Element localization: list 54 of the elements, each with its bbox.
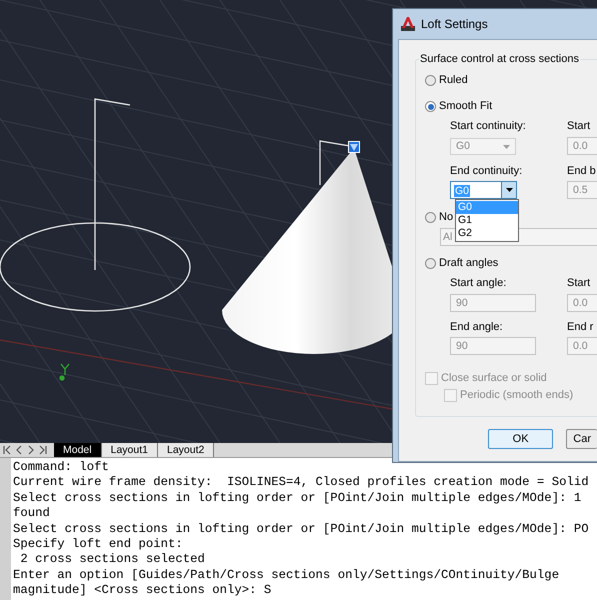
field-label: Start angle: [450,276,508,290]
ucs-y-axis-icon [59,363,70,381]
last-tab-icon[interactable] [38,445,48,455]
dialog-button[interactable]: Car [566,429,597,449]
checkbox-label: Periodic (smooth ends) [460,388,574,403]
dropdown-value: G0 [454,185,470,197]
command-line: Command: loft [13,460,110,476]
command-line: found [13,506,51,522]
input-field[interactable]: 90 [450,337,536,355]
command-line: Current wire frame density: ISOLINES=4, Closed profiles creation mode = Solid [13,475,590,491]
layout-tab[interactable]: Layout2 [158,443,214,457]
input-field[interactable]: 0.0 [567,294,597,312]
command-line: Specify loft end point: [13,537,184,552]
previous-tab-icon[interactable] [14,445,24,455]
input-field[interactable]: 0.5 [567,181,597,199]
field-label: End continuity: [450,164,524,178]
dropdown-option[interactable]: G1 [456,214,518,227]
radio-label: Ruled [439,73,468,88]
command-line: Select cross sections in lofting order or [POint/Join multiple edges/MOde]: 1 [13,490,582,506]
radio-label: Smooth Fit [439,99,492,114]
next-tab-icon[interactable] [26,445,36,455]
field-label: End angle: [450,320,504,334]
radio-button[interactable] [425,212,436,223]
field-label: End r [567,320,594,334]
dropdown-option[interactable]: G2 [456,227,518,240]
app-logo-icon [401,17,415,31]
field-label: End b [567,164,597,178]
dialog-button[interactable]: OK [488,429,554,449]
input-field[interactable]: 0.0 [567,137,597,155]
layout-tab[interactable]: Model [54,443,102,457]
field-label: Start [567,119,592,133]
dialog-title: Loft Settings [421,16,488,33]
dropdown-option[interactable]: G0 [456,201,518,214]
radio-label: Draft angles [439,256,498,272]
radio-button[interactable] [425,258,436,269]
command-line: magnitude] <Cross sections only>: S [13,583,272,599]
layout-tab[interactable]: Layout1 [102,443,158,457]
command-line: Select cross sections in lofting order or [POint/Join multiple edges/MOde]: PO [13,522,590,538]
field-label: Start continuity: [450,119,527,133]
field-label: Start [567,276,592,290]
checkbox-label: Close surface or solid [441,370,547,386]
caret-icon [503,144,510,148]
radio-button[interactable] [425,101,436,112]
caret-icon [506,188,512,192]
dropdown-arrow-button[interactable] [501,182,516,198]
command-line: 2 cross sections selected [19,552,206,568]
first-tab-icon[interactable] [2,445,12,455]
input-field[interactable]: 0.0 [567,337,597,355]
grip-icon[interactable] [348,141,360,153]
dropdown[interactable]: G0 [450,181,517,199]
command-line: Enter an option [Guides/Path/Cross sections only/Settings/COntinuity/Bulge [13,568,560,584]
input-field[interactable]: 90 [450,294,536,312]
radio-button[interactable] [425,75,436,86]
radio-label: No [439,210,454,226]
